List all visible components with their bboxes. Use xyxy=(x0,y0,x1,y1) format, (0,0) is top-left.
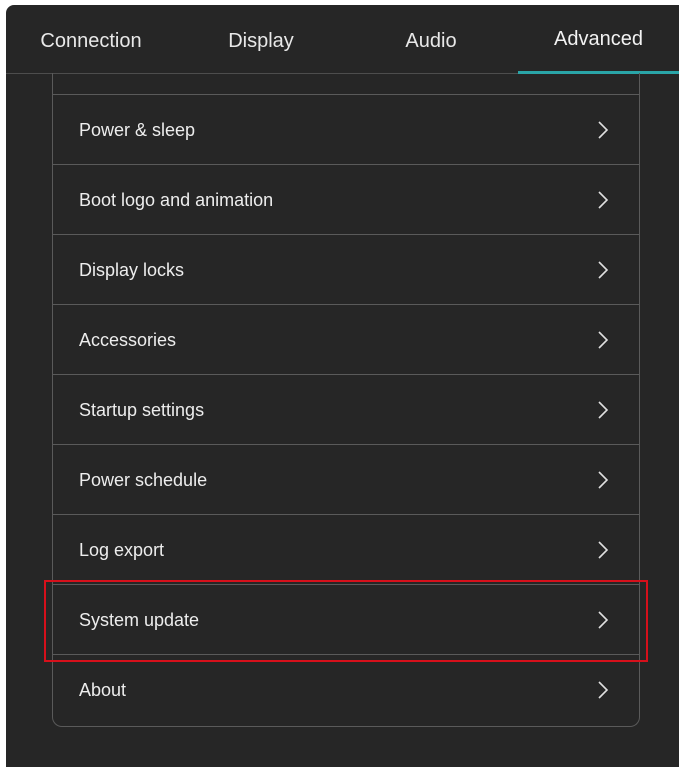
advanced-settings-list[interactable]: Power & sleep Boot logo and animation Di… xyxy=(52,73,640,727)
menu-item-display-locks[interactable]: Display locks xyxy=(53,235,639,305)
menu-item-label: Accessories xyxy=(79,330,177,350)
menu-item-power-schedule[interactable]: Power schedule xyxy=(53,445,639,515)
menu-item-label: Power & sleep xyxy=(79,120,196,140)
chevron-right-icon xyxy=(598,541,609,559)
chevron-right-icon xyxy=(598,331,609,349)
menu-item-log-export[interactable]: Log export xyxy=(53,515,639,585)
chevron-right-icon xyxy=(598,191,609,209)
menu-item-accessories[interactable]: Accessories xyxy=(53,305,639,375)
chevron-right-icon xyxy=(598,261,609,279)
menu-item-label: Display locks xyxy=(79,260,185,280)
tab-connection[interactable]: Connection xyxy=(6,5,176,73)
chevron-right-icon xyxy=(598,611,609,629)
chevron-right-icon xyxy=(598,121,609,139)
menu-item-label: Log export xyxy=(79,540,165,560)
chevron-right-icon xyxy=(598,401,609,419)
menu-item-startup-settings[interactable]: Startup settings xyxy=(53,375,639,445)
settings-panel: Connection Display Audio Advanced Power … xyxy=(6,5,679,767)
chevron-right-icon xyxy=(598,471,609,489)
menu-item-label: Startup settings xyxy=(79,400,205,420)
tab-display[interactable]: Display xyxy=(176,5,346,73)
tab-bar: Connection Display Audio Advanced xyxy=(6,5,679,74)
menu-item-label: About xyxy=(79,680,127,700)
menu-item-label: Boot logo and animation xyxy=(79,190,274,210)
menu-item-label: System update xyxy=(79,610,200,630)
menu-item-power-sleep[interactable]: Power & sleep xyxy=(53,95,639,165)
menu-item-boot-logo[interactable]: Boot logo and animation xyxy=(53,165,639,235)
chevron-right-icon xyxy=(598,681,609,699)
menu-item-system-update[interactable]: System update xyxy=(53,585,639,655)
menu-item-label: Power schedule xyxy=(79,470,208,490)
menu-item-about[interactable]: About xyxy=(53,655,639,725)
tab-audio[interactable]: Audio xyxy=(346,5,516,73)
tab-advanced[interactable]: Advanced xyxy=(518,5,679,73)
